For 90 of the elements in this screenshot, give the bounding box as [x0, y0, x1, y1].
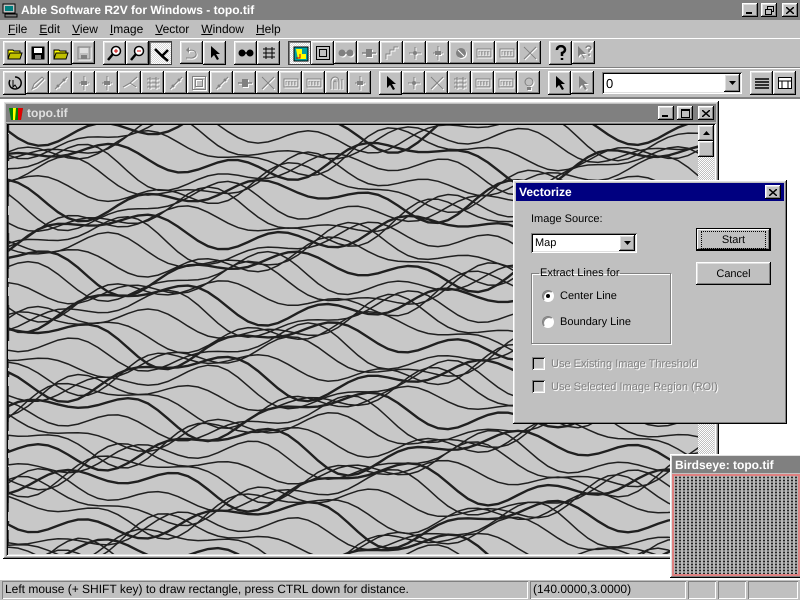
undo-icon: [184, 44, 200, 60]
status-panel: [748, 581, 798, 599]
toolbar-button[interactable]: [203, 41, 226, 65]
toolbar-button[interactable]: [234, 41, 257, 65]
toolbar-button[interactable]: [549, 41, 572, 65]
contour-icon: [328, 74, 344, 90]
window-title: Able Software R2V for Windows - topo.tif: [21, 3, 256, 17]
down-arrow-icon: [728, 81, 736, 85]
cross-icon: [260, 74, 276, 90]
radio-button[interactable]: [542, 316, 554, 328]
frame-icon: [190, 74, 206, 90]
toolbar-button[interactable]: [288, 41, 311, 65]
toolbar-button[interactable]: [379, 71, 402, 95]
steps-icon: [384, 44, 400, 60]
close-button[interactable]: [765, 185, 781, 199]
grid-icon: [144, 74, 160, 90]
minimize-button[interactable]: [658, 106, 674, 120]
close-button[interactable]: [698, 106, 714, 120]
frame-icon: [314, 45, 330, 61]
dropdown-button[interactable]: [619, 235, 635, 251]
close-icon: [786, 6, 794, 14]
radio-button[interactable]: [542, 290, 554, 302]
close-icon: [769, 188, 777, 196]
menu-item[interactable]: View: [66, 22, 104, 36]
scrollbar-thumb[interactable]: [698, 141, 714, 157]
menu-item[interactable]: Help: [250, 22, 287, 36]
plus-icon: [406, 74, 422, 90]
field-label: Image Source:: [531, 213, 604, 225]
restore-button[interactable]: [761, 3, 777, 17]
image-source-dropdown[interactable]: Map: [531, 233, 637, 253]
help-pointer-icon: [576, 44, 592, 60]
app-logo-icon: [8, 105, 24, 121]
dialog-title: Vectorize: [519, 185, 573, 199]
down-arrow-icon: [624, 241, 630, 245]
restore-icon: [764, 6, 774, 14]
toolbar-button[interactable]: [3, 71, 26, 95]
birdseye-title: Birdseye: topo.tif: [672, 456, 800, 473]
checkbox-label: Use Existing Image Threshold: [551, 358, 698, 370]
diagonal-line-icon: [52, 74, 68, 90]
dialog-button[interactable]: Cancel: [696, 262, 771, 285]
pencil-icon: [30, 74, 46, 90]
toolbar-button[interactable]: [103, 41, 126, 65]
close-icon: [702, 110, 710, 116]
help-icon: [552, 45, 568, 61]
toolbar-button[interactable]: [257, 41, 280, 65]
status-panel: [688, 581, 716, 599]
toolbar-button[interactable]: [3, 41, 26, 65]
radio-label: Center Line: [560, 290, 617, 302]
coordinates-readout: (140.0000,3.0000): [530, 581, 686, 599]
maximize-button[interactable]: [677, 106, 693, 120]
status-message: Left mouse (+ SHIFT key) to draw rectangle, press CTRL down for distance.: [2, 581, 528, 599]
diagonal-line-icon: [214, 74, 230, 90]
menu-item[interactable]: File: [2, 22, 34, 36]
plus-icon: [406, 44, 422, 60]
scroll-up-button[interactable]: [698, 125, 714, 141]
toolbar-button[interactable]: [311, 41, 334, 65]
menu-item[interactable]: Image: [104, 22, 150, 36]
up-arrow-icon: [702, 131, 710, 135]
toolbar-button[interactable]: [126, 41, 149, 65]
toolbar-button[interactable]: [548, 71, 571, 95]
branch-icon: [122, 74, 138, 90]
close-button[interactable]: [782, 3, 798, 17]
cross-icon: [428, 74, 444, 90]
toolbar-button[interactable]: [773, 71, 796, 95]
dialog-button[interactable]: Start: [696, 228, 771, 251]
menu-item[interactable]: Vector: [149, 22, 196, 36]
grid-icon: [260, 45, 276, 61]
toolbar-button[interactable]: [149, 41, 172, 65]
grid-icon: [452, 74, 468, 90]
radio-label: Boundary Line: [560, 316, 631, 328]
menu-item[interactable]: Window: [195, 22, 250, 36]
checkbox-label: Use Selected Image Region (ROI): [551, 380, 718, 392]
toolbar-button[interactable]: [26, 41, 49, 65]
zoom-in-icon: [106, 45, 122, 61]
rotate-icon: [6, 75, 22, 91]
map-icon: [292, 46, 308, 62]
toolbar-button[interactable]: [750, 71, 773, 95]
layer-combo-box[interactable]: 0: [602, 72, 742, 94]
menu-item[interactable]: Edit: [33, 22, 66, 36]
maximize-icon: [680, 108, 690, 118]
document-title: topo.tif: [27, 106, 69, 120]
toolbar-button[interactable]: [49, 41, 72, 65]
table-icon: [776, 75, 792, 91]
diagonal-line-icon: [168, 74, 184, 90]
status-panel: [718, 581, 746, 599]
group-label: Extract Lines for: [539, 267, 620, 279]
minimize-button[interactable]: [742, 3, 758, 17]
cross-icon: [522, 44, 538, 60]
dropdown-button[interactable]: [724, 74, 740, 92]
zoom-out-icon: [130, 45, 146, 61]
